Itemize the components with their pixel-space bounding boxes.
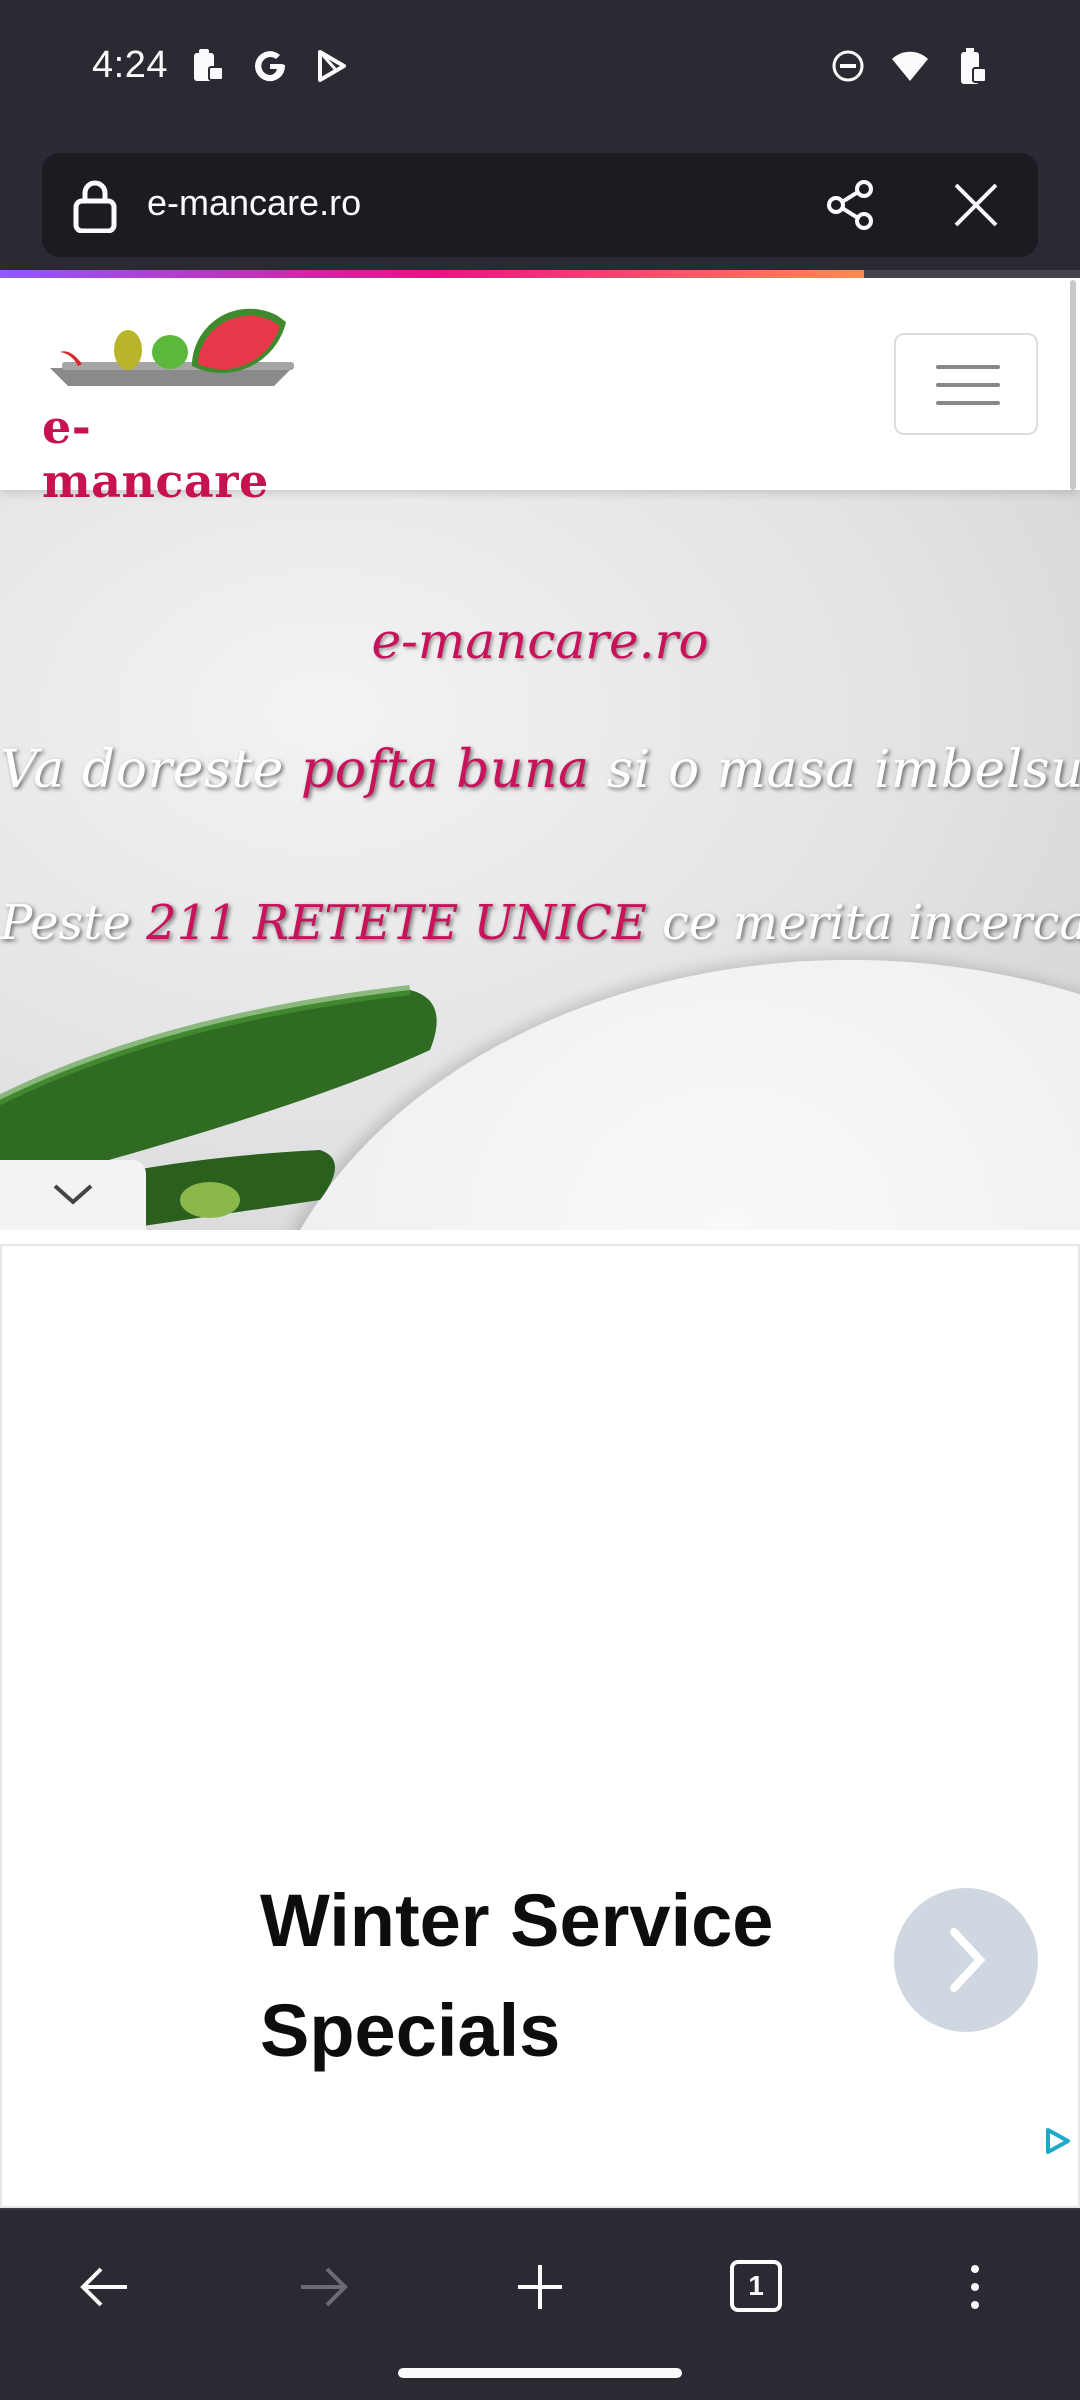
back-button[interactable]	[70, 2252, 140, 2322]
site-logo[interactable]: e-mancare	[42, 308, 312, 508]
site-header: e-mancare	[0, 278, 1080, 508]
url-bar[interactable]: e-mancare.ro	[42, 153, 1038, 257]
web-page: e-mancare e-mancare.ro Va doreste pofta …	[0, 278, 1080, 2208]
forward-button[interactable]	[288, 2252, 358, 2322]
browser-toolbar: e-mancare.ro	[0, 135, 1080, 270]
tabs-button[interactable]: 1	[722, 2252, 792, 2322]
logo-text: e-mancare	[42, 400, 269, 508]
chevron-down-icon	[53, 1184, 93, 1205]
hero-tagline: Va doreste pofta buna si o masa imbelsug…	[0, 740, 1080, 800]
arrow-right-icon	[301, 2267, 348, 2307]
page-load-progress-fill	[0, 270, 864, 278]
new-tab-button[interactable]	[505, 2252, 575, 2322]
battery-charging-icon	[952, 46, 992, 86]
hero-title: e-mancare.ro	[371, 612, 709, 670]
close-icon[interactable]	[948, 177, 1004, 233]
collapse-toggle[interactable]	[0, 1160, 146, 1230]
menu-button[interactable]	[894, 333, 1038, 435]
page-scrollbar[interactable]	[1070, 280, 1076, 490]
hamburger-line-icon	[936, 365, 1000, 369]
hero-recipe-count: Peste 211 RETETE UNICE ce merita incerca…	[0, 895, 1080, 951]
hamburger-line-icon	[936, 401, 1000, 405]
page-load-progress	[0, 270, 1080, 278]
do-not-disturb-icon	[828, 46, 868, 86]
home-indicator[interactable]	[398, 2368, 682, 2378]
browser-bottom-nav: 1	[0, 2208, 1080, 2400]
chevron-right-icon	[950, 1928, 986, 1992]
lock-icon[interactable]	[70, 179, 120, 234]
arrow-left-icon	[80, 2267, 127, 2307]
clipboard-lock-icon	[188, 46, 228, 86]
wifi-icon	[890, 46, 930, 86]
url-text[interactable]: e-mancare.ro	[147, 182, 361, 224]
status-time: 4:24	[92, 44, 168, 86]
google-icon	[250, 46, 290, 86]
hamburger-line-icon	[936, 383, 1000, 387]
fruit-plate-icon	[50, 308, 294, 386]
ad-title[interactable]: Winter Service Specials	[260, 1866, 820, 2086]
play-store-icon	[312, 46, 352, 86]
more-vertical-icon	[971, 2265, 979, 2309]
hero-banner: e-mancare.ro Va doreste pofta buna si o …	[0, 490, 1080, 1230]
tab-count: 1	[730, 2260, 782, 2312]
status-bar: 4:24	[0, 0, 1080, 135]
menu-more-button[interactable]	[940, 2252, 1010, 2322]
adchoices-icon[interactable]	[1042, 2126, 1072, 2156]
plus-icon	[518, 2265, 562, 2309]
share-icon[interactable]	[822, 177, 878, 233]
advertisement[interactable]: Winter Service Specials	[0, 1244, 1080, 2208]
ad-next-button[interactable]	[894, 1888, 1038, 2032]
